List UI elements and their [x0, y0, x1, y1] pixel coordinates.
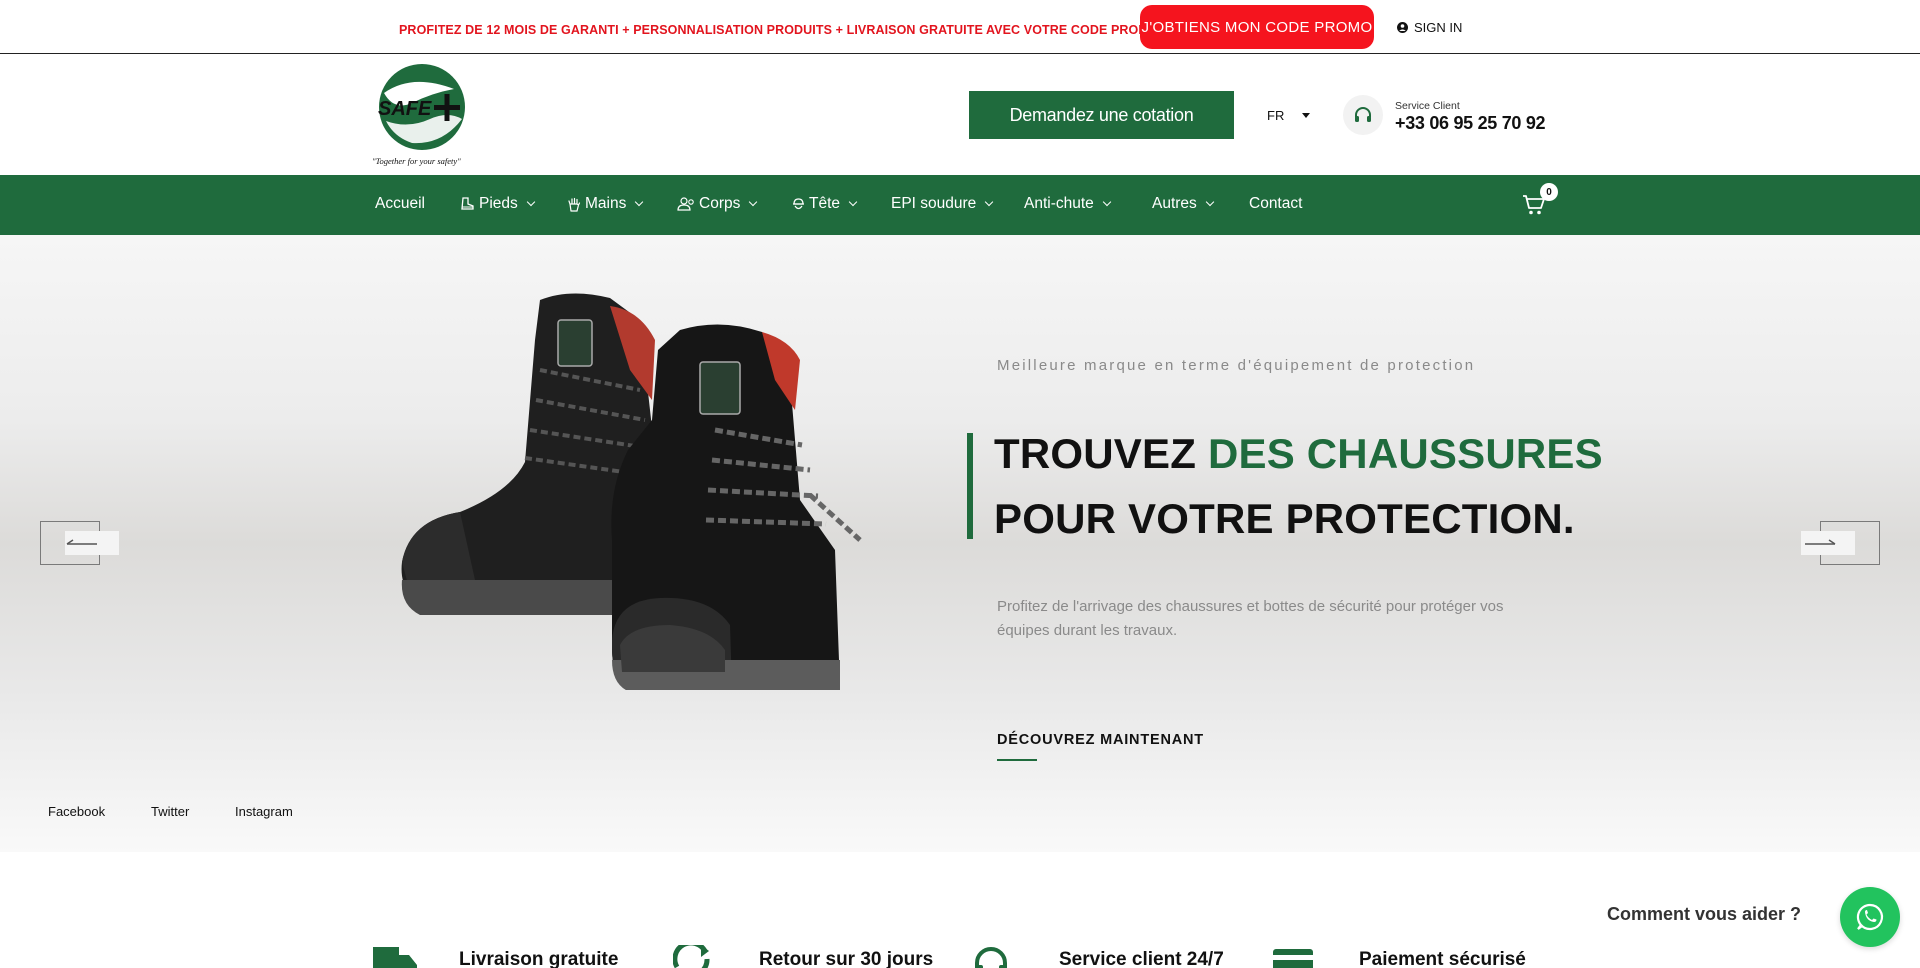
social-instagram-link[interactable]: Instagram [235, 804, 293, 819]
feature-30-day-return: Retour sur 30 jours [673, 945, 933, 968]
promo-text: PROFITEZ DE 12 MOIS DE GARANTI + PERSONN… [399, 23, 1159, 37]
nav-item-accueil[interactable]: Accueil [375, 195, 425, 213]
hero-title: TROUVEZ DES CHAUSSURES [994, 430, 1603, 478]
logo-tagline: "Together for your safety" [372, 156, 461, 166]
nav-item-pieds[interactable]: Pieds [460, 195, 536, 213]
glove-icon [568, 197, 581, 212]
help-prompt: Comment vous aider ? [1607, 904, 1802, 924]
headset-icon [975, 947, 1007, 968]
feature-label: Retour sur 30 jours [759, 949, 934, 968]
logo-mark-icon: SAFE [378, 64, 465, 150]
chevron-down-icon [526, 197, 536, 207]
nav-label: Tête [809, 195, 841, 212]
hero-kicker: Meilleure marque en terme d'équipement d… [997, 357, 1476, 374]
cta-underline [997, 759, 1037, 761]
arrow-left-icon [66, 539, 97, 545]
nav-item-mains[interactable]: Mains [567, 195, 644, 213]
slider-next-button[interactable] [1801, 521, 1880, 565]
hero-title-line2: POUR VOTRE PROTECTION. [994, 495, 1575, 542]
hero-title-accent: DES CHAUSSURES [1207, 430, 1603, 477]
promo-code-button[interactable]: J'OBTIENS MON CODE PROMO [1140, 5, 1374, 49]
refresh-icon [673, 945, 710, 968]
cart-count-badge: 0 [1540, 183, 1558, 201]
nav-label: Anti-chute [1024, 195, 1094, 212]
nav-label: Corps [699, 195, 741, 212]
social-facebook-link[interactable]: Facebook [48, 804, 105, 819]
nav-item-autres[interactable]: Autres [1152, 195, 1215, 213]
nav-label: Mains [585, 195, 627, 212]
feature-free-delivery: Livraison gratuite [373, 945, 618, 968]
sign-in-label: SIGN IN [1414, 20, 1463, 35]
nav-label: Pieds [479, 195, 518, 212]
safety-boots-image [401, 293, 862, 690]
social-twitter-link[interactable]: Twitter [151, 804, 189, 819]
nav-label: Accueil [375, 195, 425, 212]
safe-plus-logo[interactable]: SAFE "Together for your safety" [372, 63, 472, 167]
hero-title-part: TROUVEZ [994, 430, 1208, 477]
discover-now-link[interactable]: DÉCOUVREZ MAINTENANT [997, 732, 1204, 748]
nav-item-corps[interactable]: Corps [677, 195, 758, 213]
nav-label: Autres [1152, 195, 1197, 212]
hero-accent-bar [967, 433, 973, 539]
helmet-icon [793, 198, 804, 210]
credit-card-icon [1273, 949, 1313, 968]
slider-prev-button[interactable] [40, 521, 119, 565]
whatsapp-icon [1856, 903, 1884, 931]
feature-label: Livraison gratuite [459, 949, 619, 968]
support-phone[interactable]: +33 06 95 25 70 92 [1395, 113, 1546, 134]
language-selector[interactable]: FR [1267, 108, 1311, 123]
feature-label: Service client 24/7 [1059, 949, 1224, 968]
caret-down-icon [1302, 113, 1311, 118]
nav-label: Contact [1249, 195, 1303, 212]
hero-slider: Meilleure marque en terme d'équipement d… [0, 235, 1920, 852]
logo-text: SAFE [378, 98, 432, 120]
nav-item-contact[interactable]: Contact [1249, 195, 1302, 213]
nav-item-epi-soudure[interactable]: EPI soudure [891, 195, 994, 213]
main-nav: Accueil Pieds Mains Corps Tête EPI soudu… [0, 175, 1920, 235]
request-quote-button[interactable]: Demandez une cotation [969, 91, 1234, 139]
chevron-down-icon [1205, 197, 1215, 207]
promo-bar: PROFITEZ DE 12 MOIS DE GARANTI + PERSONN… [0, 0, 1920, 54]
sign-in-link[interactable]: SIGN IN [1397, 20, 1462, 35]
feature-label: Paiement sécurisé [1359, 949, 1526, 968]
feature-secure-payment: Paiement sécurisé [1273, 945, 1526, 968]
chevron-down-icon [635, 197, 644, 207]
chevron-down-icon [848, 197, 858, 207]
truck-icon [373, 947, 417, 968]
body-icon [677, 197, 694, 211]
nav-label: EPI soudure [891, 195, 977, 212]
chevron-down-icon [985, 197, 994, 207]
nav-item-tete[interactable]: Tête [792, 195, 858, 213]
chevron-down-icon [1102, 197, 1112, 207]
support-label: Service Client [1395, 100, 1460, 112]
feature-support-24-7: Service client 24/7 [973, 945, 1224, 968]
site-header: SAFE "Together for your safety" Demandez… [0, 55, 1920, 175]
arrow-right-icon [1805, 539, 1836, 545]
user-icon [1397, 22, 1408, 33]
whatsapp-chat-button[interactable] [1840, 887, 1900, 947]
language-value: FR [1267, 108, 1285, 123]
chevron-down-icon [749, 197, 758, 207]
features-strip: Livraison gratuite Retour sur 30 jours S… [0, 852, 1920, 968]
headset-icon [1343, 95, 1383, 135]
hero-description: Profitez de l'arrivage des chaussures et… [997, 598, 1504, 639]
boot-icon [461, 197, 474, 210]
nav-item-anti-chute[interactable]: Anti-chute [1024, 195, 1112, 213]
